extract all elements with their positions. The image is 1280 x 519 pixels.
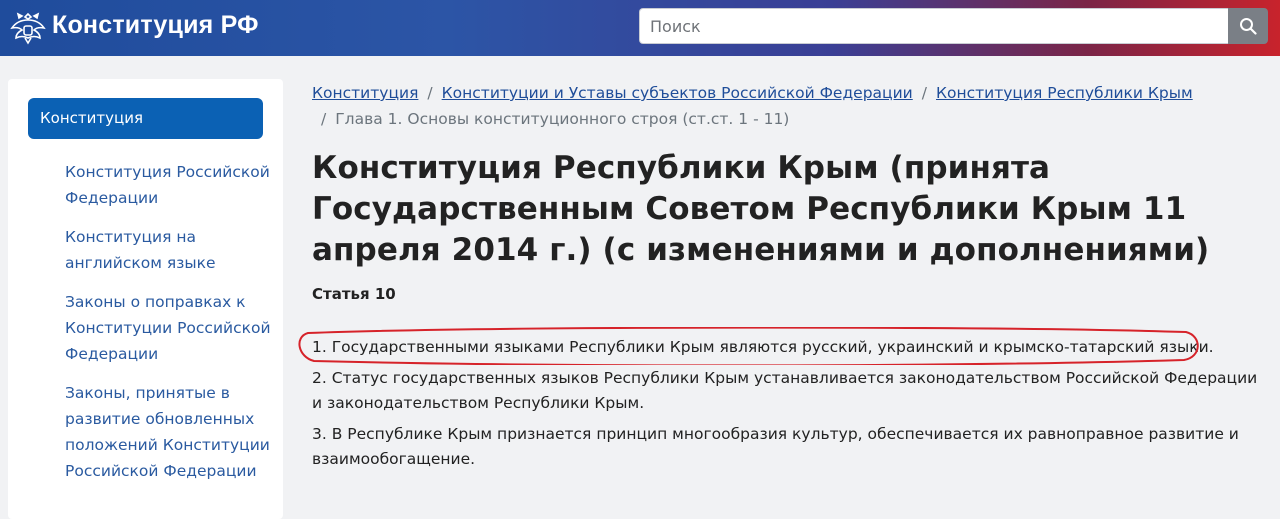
sidebar-item-constitution-active[interactable]: Конституция — [28, 98, 263, 139]
paragraph-1: 1. Государственными языками Республики К… — [312, 338, 1214, 356]
double-headed-eagle-icon[interactable] — [8, 8, 48, 48]
sidebar-item-development-laws[interactable]: Законы, принятые в развитие обновленных … — [65, 380, 275, 484]
search-input[interactable] — [639, 8, 1228, 44]
site-title[interactable]: Конституция РФ — [52, 11, 259, 40]
breadcrumb-separator: / — [427, 84, 433, 102]
breadcrumb-link-subjects[interactable]: Конституции и Уставы субъектов Российско… — [442, 84, 913, 102]
article-number: Статья 10 — [312, 285, 396, 303]
site-header: Конституция РФ — [0, 0, 1280, 56]
breadcrumb-link-constitution[interactable]: Конституция — [312, 84, 418, 102]
sidebar: Конституция Конституция Российской Федер… — [8, 79, 283, 519]
search-icon — [1240, 18, 1257, 35]
breadcrumb-separator: / — [321, 110, 327, 128]
breadcrumb-current: Глава 1. Основы конституционного строя (… — [335, 110, 790, 128]
article-text: 1. Государственными языками Республики К… — [298, 327, 1272, 472]
breadcrumb-link-crimea[interactable]: Конституция Республики Крым — [936, 84, 1193, 102]
breadcrumb-separator: / — [921, 84, 927, 102]
main-content: Конституция / Конституции и Уставы субъект… — [298, 80, 1272, 478]
breadcrumb: Конституция / Конституции и Уставы субъект… — [312, 80, 1272, 132]
sidebar-item-english-constitution[interactable]: Конституция на английском языке — [65, 224, 275, 276]
sidebar-item-amendment-laws[interactable]: Законы о поправках к Конституции Российс… — [65, 289, 275, 367]
paragraph-3: 3. В Республике Крым признается принцип … — [312, 425, 1239, 468]
page-title: Конституция Республики Крым (принята Гос… — [312, 150, 1210, 268]
search-button[interactable] — [1228, 8, 1268, 44]
paragraph-2: 2. Статус государственных языков Республ… — [312, 369, 1258, 412]
sidebar-item-rf-constitution[interactable]: Конституция Российской Федерации — [65, 159, 275, 211]
sidebar-list: Конституция Российской Федерации Констит… — [65, 159, 275, 497]
